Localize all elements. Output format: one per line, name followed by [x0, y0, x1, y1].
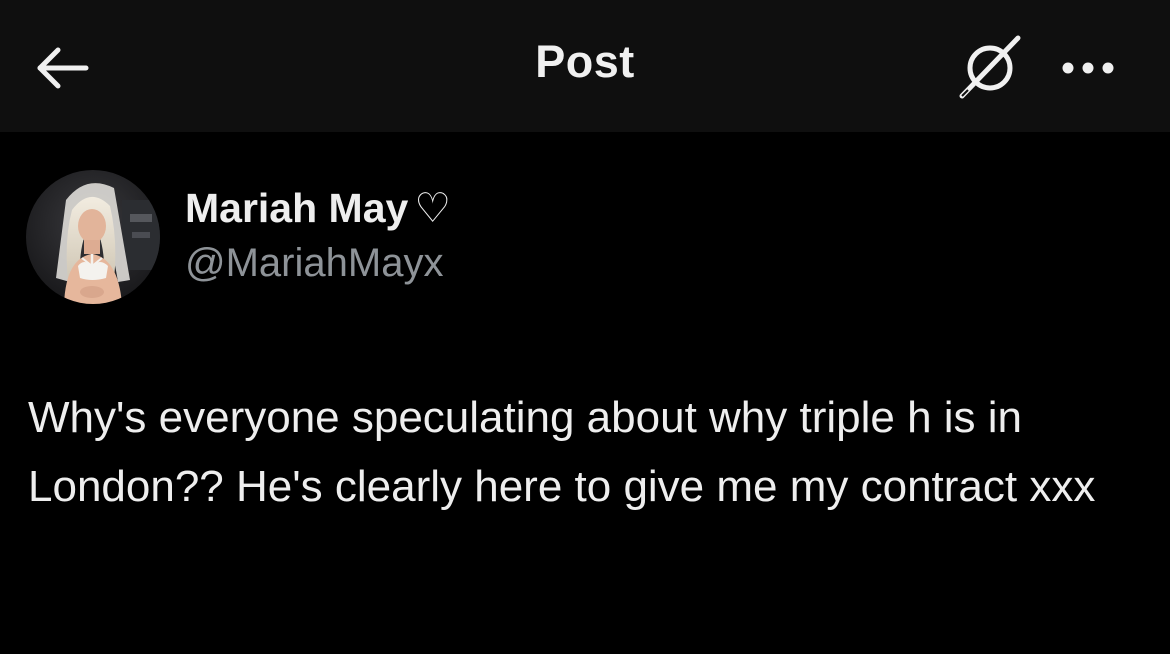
author-name-text: Mariah May [185, 185, 409, 231]
more-dots-icon [1062, 62, 1114, 74]
avatar[interactable] [26, 170, 160, 304]
author-name[interactable]: Mariah May ♡ [185, 184, 451, 232]
heart-outline-icon: ♡ [414, 185, 452, 231]
post-text: Why's everyone speculating about why tri… [28, 393, 1096, 511]
grok-button[interactable] [950, 28, 1030, 108]
author-handle[interactable]: @MariahMayx [185, 241, 443, 286]
grok-icon [959, 35, 1021, 99]
top-bar: Post [0, 0, 1170, 132]
more-options-button[interactable] [1048, 38, 1128, 98]
avatar-image [26, 170, 160, 304]
